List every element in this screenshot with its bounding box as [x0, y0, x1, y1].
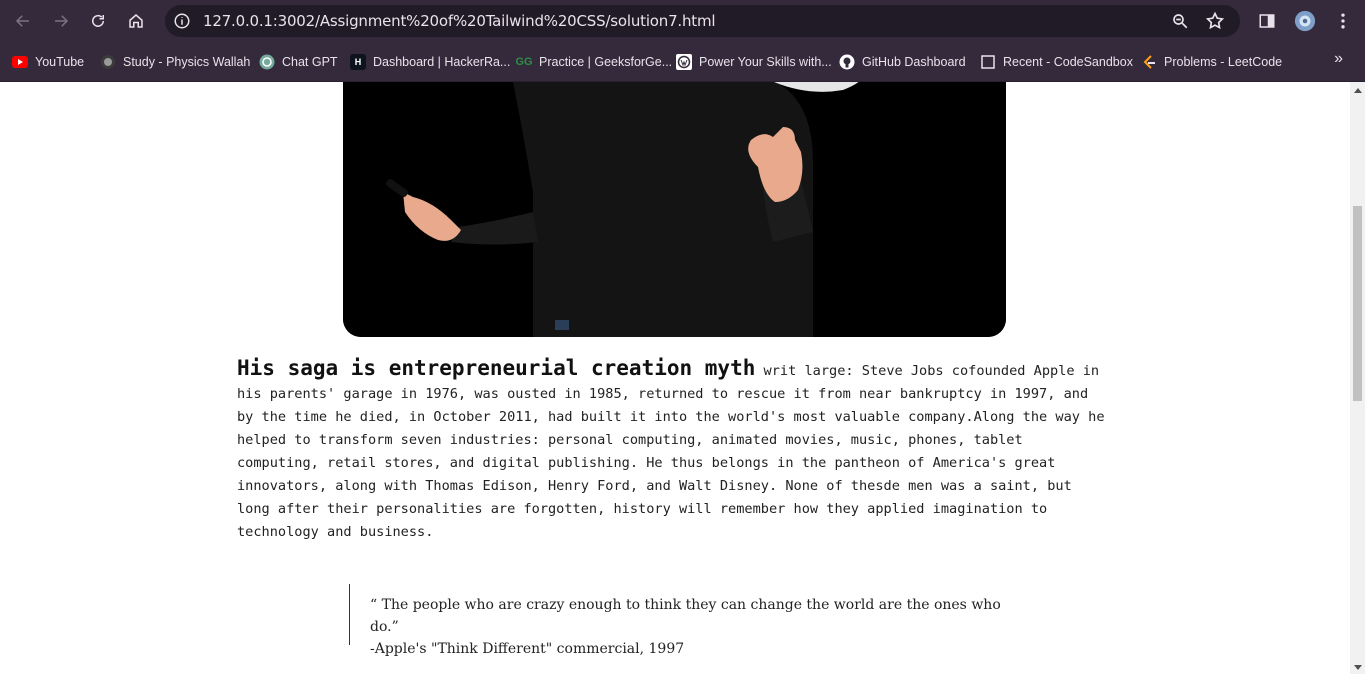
browser-toolbar: 127.0.0.1:3002/Assignment%20of%20Tailwin…	[0, 0, 1365, 42]
geeksforgeeks-icon: GG	[515, 56, 533, 68]
bookmark-power-skills[interactable]: Power Your Skills with...	[676, 52, 832, 72]
chatgpt-icon	[259, 54, 275, 70]
codesandbox-icon	[980, 54, 996, 70]
side-panel-button[interactable]	[1256, 10, 1278, 32]
github-icon	[839, 54, 855, 70]
scroll-up-arrow-icon[interactable]	[1354, 88, 1362, 93]
physics-wallah-icon	[100, 54, 116, 70]
bookmark-geeksforgeeks[interactable]: GG Practice | GeeksforGe...	[515, 52, 672, 72]
reload-icon	[92, 14, 104, 27]
kebab-menu-icon	[1341, 13, 1345, 29]
scrollbar-thumb[interactable]	[1353, 206, 1362, 401]
page-viewport: His saga is entrepreneurial creation myt…	[0, 82, 1350, 674]
wordpress-icon	[676, 54, 692, 70]
info-icon[interactable]	[173, 12, 191, 30]
bookmarks-overflow-button[interactable]: »	[1334, 50, 1343, 68]
hero-image	[343, 82, 1006, 337]
forward-button[interactable]	[48, 8, 74, 34]
quote-attribution: -Apple's "Think Different" commercial, 1…	[370, 641, 685, 657]
bookmark-youtube[interactable]: YouTube	[12, 52, 84, 72]
home-button[interactable]	[123, 8, 149, 34]
quote-text: “ The people who are crazy enough to thi…	[370, 597, 1001, 635]
arrow-right-icon	[55, 15, 69, 27]
youtube-icon	[12, 54, 28, 70]
bookmark-leetcode[interactable]: Problems - LeetCode	[1141, 52, 1282, 72]
hackerrank-icon: H	[350, 54, 366, 70]
scroll-down-arrow-icon[interactable]	[1354, 665, 1362, 670]
address-bar[interactable]: 127.0.0.1:3002/Assignment%20of%20Tailwin…	[165, 5, 1240, 37]
leetcode-icon	[1141, 54, 1157, 70]
bookmark-chatgpt[interactable]: Chat GPT	[259, 52, 338, 72]
article-lead: His saga is entrepreneurial creation myt…	[237, 356, 756, 380]
page-scrollbar[interactable]	[1350, 82, 1365, 674]
bookmark-codesandbox[interactable]: Recent - CodeSandbox	[980, 52, 1133, 72]
zoom-icon[interactable]	[1171, 12, 1189, 30]
article-paragraph: His saga is entrepreneurial creation myt…	[237, 357, 1107, 544]
steve-jobs-photo	[343, 82, 1006, 337]
bookmark-github[interactable]: GitHub Dashboard	[839, 52, 966, 72]
profile-button[interactable]	[1294, 10, 1316, 32]
bookmarks-bar: YouTube Study - Physics Wallah Chat GPT …	[0, 42, 1365, 82]
quote-block: “ The people who are crazy enough to thi…	[349, 584, 1009, 657]
bookmark-hackerrank[interactable]: H Dashboard | HackerRa...	[350, 52, 510, 72]
article-body: writ large: Steve Jobs cofounded Apple i…	[237, 363, 1105, 540]
arrow-left-icon	[15, 15, 29, 27]
menu-button[interactable]	[1332, 10, 1354, 32]
side-panel-icon	[1259, 14, 1275, 28]
bookmark-star-icon[interactable]	[1205, 11, 1225, 31]
url-text[interactable]: 127.0.0.1:3002/Assignment%20of%20Tailwin…	[203, 12, 716, 30]
back-button[interactable]	[10, 8, 36, 34]
home-icon	[129, 14, 143, 28]
bookmark-physics-wallah[interactable]: Study - Physics Wallah	[100, 52, 250, 72]
reload-button[interactable]	[85, 8, 111, 34]
avatar-icon	[1294, 10, 1316, 32]
